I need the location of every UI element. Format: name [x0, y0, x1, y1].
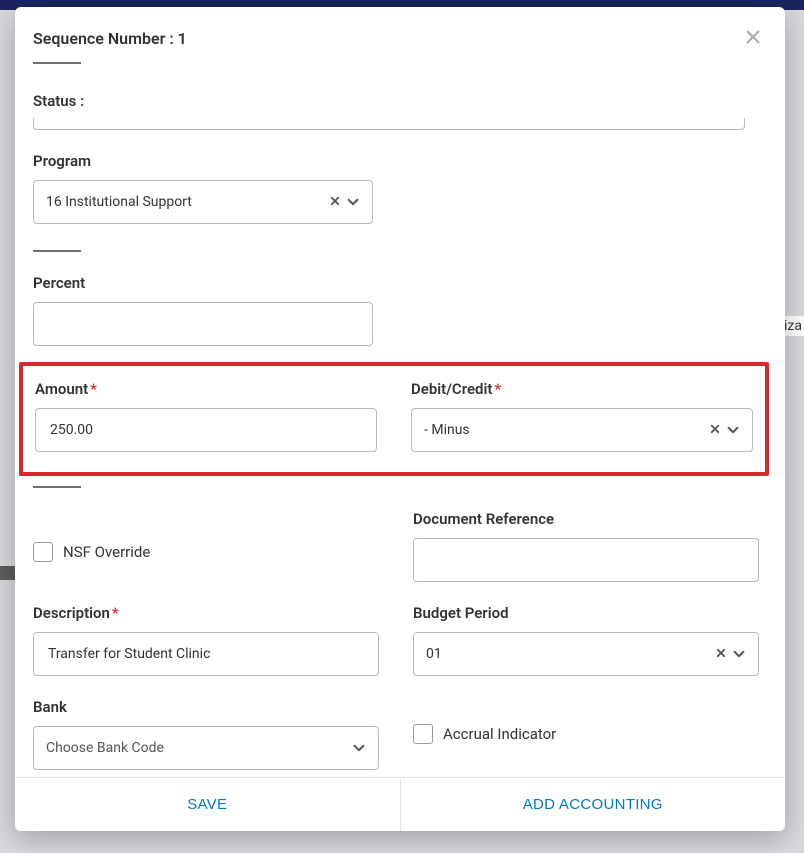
amount-label-text: Amount: [35, 380, 88, 398]
close-icon: [745, 28, 761, 50]
percent-input[interactable]: [33, 302, 373, 346]
sequence-number-title: Sequence Number : 1: [33, 29, 187, 48]
required-asterisk: *: [494, 380, 501, 398]
percent-field[interactable]: [46, 315, 360, 333]
debit-credit-clear-icon[interactable]: [710, 423, 720, 438]
program-clear-icon[interactable]: [330, 195, 340, 210]
save-button[interactable]: SAVE: [15, 778, 400, 831]
program-select[interactable]: 16 Institutional Support: [33, 180, 373, 224]
modal-dialog: Sequence Number : 1 Status : Program 16 …: [15, 7, 785, 831]
budget-period-clear-icon[interactable]: [716, 647, 726, 662]
budget-period-value: 01: [426, 646, 716, 662]
debit-credit-select[interactable]: - Minus: [411, 408, 753, 452]
close-button[interactable]: [745, 29, 761, 49]
budget-period-label: Budget Period: [413, 604, 759, 622]
truncated-field-above: [33, 118, 745, 130]
chevron-down-icon[interactable]: [352, 741, 366, 755]
accrual-indicator-checkbox[interactable]: [413, 724, 433, 744]
percent-label: Percent: [33, 274, 759, 292]
status-label: Status :: [15, 92, 785, 110]
accrual-indicator-row: Accrual Indicator: [413, 724, 759, 744]
modal-footer: SAVE ADD ACCOUNTING: [15, 777, 785, 831]
bank-placeholder: Choose Bank Code: [46, 740, 352, 756]
amount-input[interactable]: [35, 408, 377, 452]
bg-side-text: iza: [782, 316, 804, 336]
accrual-indicator-label: Accrual Indicator: [443, 725, 556, 743]
section-divider: [33, 250, 81, 252]
sequence-underline: [33, 62, 81, 64]
required-asterisk: *: [90, 380, 97, 398]
debit-credit-label: Debit/Credit*: [411, 380, 753, 398]
amount-label: Amount*: [35, 380, 377, 398]
required-asterisk: *: [112, 604, 119, 622]
debit-credit-label-text: Debit/Credit: [411, 380, 492, 398]
nsf-override-checkbox[interactable]: [33, 542, 53, 562]
bg-dark-stripe: [0, 566, 15, 580]
amount-field[interactable]: [48, 421, 364, 439]
debit-credit-value: - Minus: [424, 422, 710, 438]
nsf-override-label: NSF Override: [63, 543, 150, 561]
description-field[interactable]: [46, 645, 366, 663]
description-label: Description*: [33, 604, 379, 622]
document-reference-field[interactable]: [426, 551, 746, 569]
bank-select[interactable]: Choose Bank Code: [33, 726, 379, 770]
budget-period-select[interactable]: 01: [413, 632, 759, 676]
document-reference-label: Document Reference: [413, 510, 759, 528]
add-accounting-button[interactable]: ADD ACCOUNTING: [400, 778, 786, 831]
bank-label: Bank: [33, 698, 379, 716]
modal-header: Sequence Number : 1: [15, 7, 785, 64]
program-label: Program: [33, 152, 759, 170]
document-reference-input[interactable]: [413, 538, 759, 582]
chevron-down-icon[interactable]: [726, 423, 740, 437]
modal-body-scroll[interactable]: Program 16 Institutional Support Percent: [15, 110, 773, 777]
program-value: 16 Institutional Support: [46, 194, 330, 210]
chevron-down-icon[interactable]: [346, 195, 360, 209]
description-label-text: Description: [33, 604, 110, 622]
amount-debit-highlight: Amount* Debit/Credit* - Minus: [19, 362, 769, 476]
chevron-down-icon[interactable]: [732, 647, 746, 661]
description-input[interactable]: [33, 632, 379, 676]
sequence-number-block: Sequence Number : 1: [33, 29, 187, 64]
nsf-override-row: NSF Override: [33, 542, 379, 562]
